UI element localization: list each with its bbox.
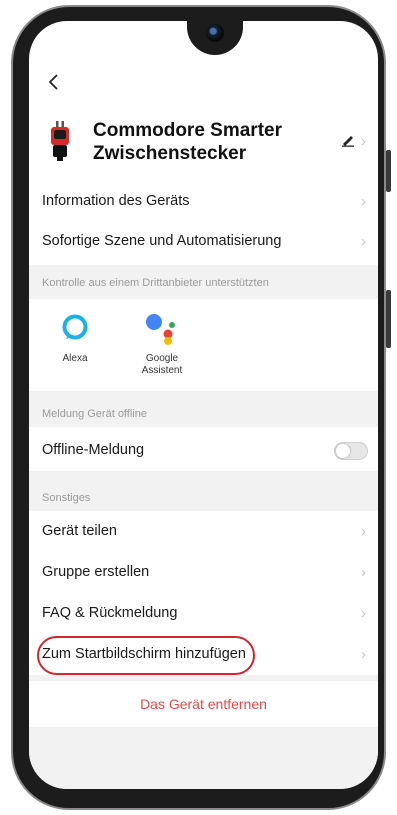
row-faq-label: FAQ & Rückmeldung	[42, 605, 178, 621]
google-assistant-label: Google Assistent	[122, 353, 202, 377]
alexa-label: Alexa	[62, 353, 88, 364]
third-party-services: Alexa Google Assistent	[29, 299, 378, 391]
row-scene-automation[interactable]: Sofortige Szene und Automatisierung ›	[29, 222, 378, 262]
chevron-right-icon: ›	[361, 523, 366, 540]
row-faq[interactable]: FAQ & Rückmeldung ›	[29, 594, 378, 634]
alexa-ring-icon	[61, 313, 89, 346]
chevron-right-icon: ›	[361, 233, 366, 250]
row-share-device[interactable]: Gerät teilen ›	[29, 512, 378, 552]
google-assistant-service[interactable]: Google Assistent	[122, 313, 202, 383]
row-device-info-label: Information des Geräts	[42, 193, 190, 209]
row-scene-automation-label: Sofortige Szene und Automatisierung	[42, 233, 282, 249]
device-name-line2: Zwischenstecker	[93, 143, 247, 164]
toggle-knob	[336, 444, 350, 458]
highlight-ring	[37, 636, 255, 675]
smart-plug-icon	[49, 121, 71, 161]
section-offline-title: Meldung Gerät offline	[42, 408, 147, 420]
app-screen: Commodore Smarter Zwischenstecker › Info…	[29, 21, 378, 789]
device-header[interactable]: Commodore Smarter Zwischenstecker ›	[29, 115, 378, 175]
section-third-party-title: Kontrolle aus einem Drittanbieter unters…	[42, 277, 269, 289]
pencil-icon[interactable]	[341, 133, 355, 150]
row-device-info[interactable]: Information des Geräts ›	[29, 182, 378, 222]
device-name-line1: Commodore Smarter	[93, 120, 282, 141]
row-create-group[interactable]: Gruppe erstellen ›	[29, 553, 378, 593]
camera-notch	[187, 21, 243, 55]
chevron-right-icon: ›	[361, 646, 366, 663]
bottom-area	[29, 727, 378, 789]
google-label-line2: Assistent	[141, 365, 183, 376]
row-share-device-label: Gerät teilen	[42, 523, 117, 539]
chevron-right-icon: ›	[361, 193, 366, 210]
offline-toggle[interactable]	[334, 442, 368, 460]
chevron-right-icon: ›	[361, 133, 366, 150]
chevron-right-icon: ›	[361, 564, 366, 581]
section-other: Sonstiges	[29, 471, 378, 511]
google-label-line1: Google	[145, 353, 179, 364]
section-third-party: Kontrolle aus einem Drittanbieter unters…	[29, 265, 378, 299]
google-assistant-dots-icon	[144, 313, 184, 350]
remove-device-button[interactable]: Das Gerät entfernen	[29, 681, 378, 727]
row-offline-notification: Offline-Meldung	[29, 431, 378, 471]
alexa-service[interactable]: Alexa	[35, 313, 115, 379]
row-create-group-label: Gruppe erstellen	[42, 564, 150, 580]
device-name: Commodore Smarter Zwischenstecker	[93, 119, 313, 165]
front-camera	[206, 24, 224, 42]
back-chevron-icon[interactable]	[47, 71, 59, 97]
chevron-right-icon: ›	[361, 605, 366, 622]
volume-button	[386, 150, 391, 192]
section-other-title: Sonstiges	[42, 492, 91, 504]
power-button	[386, 290, 391, 348]
offline-label: Offline-Meldung	[42, 442, 145, 458]
section-offline: Meldung Gerät offline	[29, 391, 378, 427]
